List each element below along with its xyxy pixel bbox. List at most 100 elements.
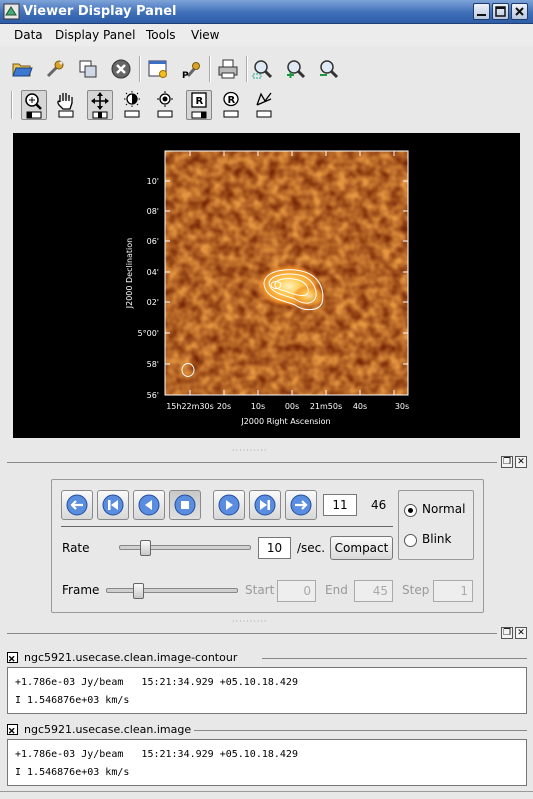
menu-tools[interactable]: Tools <box>146 28 176 42</box>
tracking-title: ngc5921.usecase.clean.image-contour <box>24 651 238 664</box>
frame-number-field[interactable]: 11 <box>323 494 357 516</box>
maximize-icon <box>495 6 506 17</box>
blink-radio[interactable] <box>404 534 417 547</box>
move-tool-button[interactable] <box>87 90 113 120</box>
menu-view[interactable]: View <box>191 28 219 42</box>
print-settings-icon: P <box>182 62 200 80</box>
brightness-tool-button[interactable] <box>153 90 179 120</box>
splitter-grip[interactable]: ·········· <box>232 446 267 455</box>
tracking-dock-controls: ❐ ✕ <box>501 627 527 639</box>
frame-total: 46 <box>371 498 387 512</box>
tracking-rule <box>194 730 527 731</box>
normal-radio[interactable] <box>404 504 417 517</box>
step-forward-icon <box>218 494 240 516</box>
rewind-icon <box>66 494 88 516</box>
last-frame-button[interactable] <box>249 490 281 520</box>
stop-button[interactable] <box>169 490 201 520</box>
frame-slider-thumb[interactable] <box>132 583 144 599</box>
print-button[interactable] <box>215 56 241 82</box>
image-display-canvas[interactable]: 10' 08' 06' 04' 02' 5°00' 58' 56' 15h22m… <box>13 133 520 438</box>
step-field[interactable]: 1 <box>433 580 473 602</box>
close-tracking-contour[interactable] <box>7 652 18 663</box>
tracking-rule <box>262 658 527 659</box>
animator-rule <box>61 526 393 527</box>
dock-rule <box>7 462 497 463</box>
toolbar-separator <box>139 56 141 82</box>
zoom-out-button[interactable] <box>316 56 342 82</box>
toolbar-separator <box>209 56 211 82</box>
close-tracking-button[interactable]: ✕ <box>515 627 527 639</box>
window-bottom-border <box>0 791 533 792</box>
compact-button[interactable]: Compact <box>330 536 393 560</box>
print-setup-button[interactable]: P <box>178 56 204 82</box>
polyline-tool-button[interactable] <box>252 90 278 120</box>
copy-panel-button[interactable] <box>75 56 101 82</box>
animator-dock-controls: ❐ ✕ <box>501 456 527 468</box>
play-forward-button[interactable] <box>285 490 317 520</box>
blink-label[interactable]: Blink <box>422 532 451 546</box>
zoom-in-button[interactable] <box>283 56 309 82</box>
rate-slider-thumb[interactable] <box>140 540 152 556</box>
float-panel-button[interactable]: ❐ <box>501 627 513 639</box>
stop-icon <box>174 494 196 516</box>
pan-tool-button[interactable] <box>54 90 80 120</box>
svg-text:P: P <box>182 71 189 80</box>
rate-slider[interactable] <box>119 545 251 550</box>
first-frame-button[interactable] <box>97 490 129 520</box>
normal-label[interactable]: Normal <box>422 502 465 516</box>
step-back-icon <box>138 494 160 516</box>
y-tick-label: 5°00' <box>138 329 159 338</box>
x-tick-label: 30s <box>395 402 409 411</box>
zoom-tool-icon <box>25 93 42 119</box>
minimize-button[interactable] <box>473 3 490 20</box>
step-forward-button[interactable] <box>213 490 245 520</box>
position-tool-button[interactable]: R <box>186 90 212 120</box>
x-tick-label: 20s <box>217 402 231 411</box>
tracking-title: ngc5921.usecase.clean.image <box>24 723 192 736</box>
to-start-icon <box>102 494 124 516</box>
svg-text:R: R <box>196 96 204 107</box>
zoom-out-icon <box>320 60 339 79</box>
app-icon[interactable] <box>3 3 20 20</box>
rate-unit: /sec. <box>297 541 326 555</box>
contrast-tool-button[interactable] <box>120 90 146 120</box>
toolbar-separator <box>246 56 248 82</box>
close-panel-button[interactable] <box>108 56 134 82</box>
tracking-velocity-line: I 1.546876e+03 km/s <box>15 695 130 706</box>
panel-settings-button[interactable] <box>145 56 171 82</box>
toolbar-grip <box>11 91 13 119</box>
end-field[interactable]: 45 <box>354 580 393 602</box>
end-label: End <box>325 583 348 597</box>
zoom-tool-button[interactable] <box>21 90 47 120</box>
open-button[interactable] <box>9 56 35 82</box>
step-back-button[interactable] <box>133 490 165 520</box>
frame-label: Frame <box>62 583 100 597</box>
minimize-icon <box>477 14 486 16</box>
frame-slider[interactable] <box>106 588 238 593</box>
main-toolbar: P <box>0 52 533 86</box>
rate-field[interactable]: 10 <box>258 537 291 559</box>
y-tick-label: 02' <box>147 298 159 307</box>
float-panel-button[interactable]: ❐ <box>501 456 513 468</box>
menu-display-panel[interactable]: Display Panel <box>55 28 135 42</box>
close-animator-button[interactable]: ✕ <box>515 456 527 468</box>
splitter-grip[interactable]: ·········· <box>232 617 267 626</box>
tracking-readout: +1.786e-03 Jy/beam 15:21:34.929 +05.10.1… <box>7 739 527 786</box>
image-plot[interactable]: 10' 08' 06' 04' 02' 5°00' 58' 56' 15h22m… <box>13 133 520 438</box>
zoom-fit-button[interactable] <box>250 56 276 82</box>
rectangle-region-button[interactable]: R <box>219 90 245 120</box>
mouse-tools-toolbar: R R <box>0 88 533 124</box>
start-field[interactable]: 0 <box>277 580 316 602</box>
rewind-button[interactable] <box>61 490 93 520</box>
close-window-button[interactable] <box>511 3 528 20</box>
y-tick-label: 58' <box>147 360 159 369</box>
menu-data[interactable]: Data <box>14 28 43 42</box>
maximize-button[interactable] <box>492 3 509 20</box>
y-axis-label: J2000 Declination <box>125 238 134 309</box>
close-tracking-image[interactable] <box>7 724 18 735</box>
dock-rule <box>7 633 497 634</box>
panel-settings-icon <box>148 60 167 78</box>
rate-label: Rate <box>62 541 90 555</box>
adjust-button[interactable] <box>42 56 68 82</box>
move-tool-icon <box>91 92 109 119</box>
